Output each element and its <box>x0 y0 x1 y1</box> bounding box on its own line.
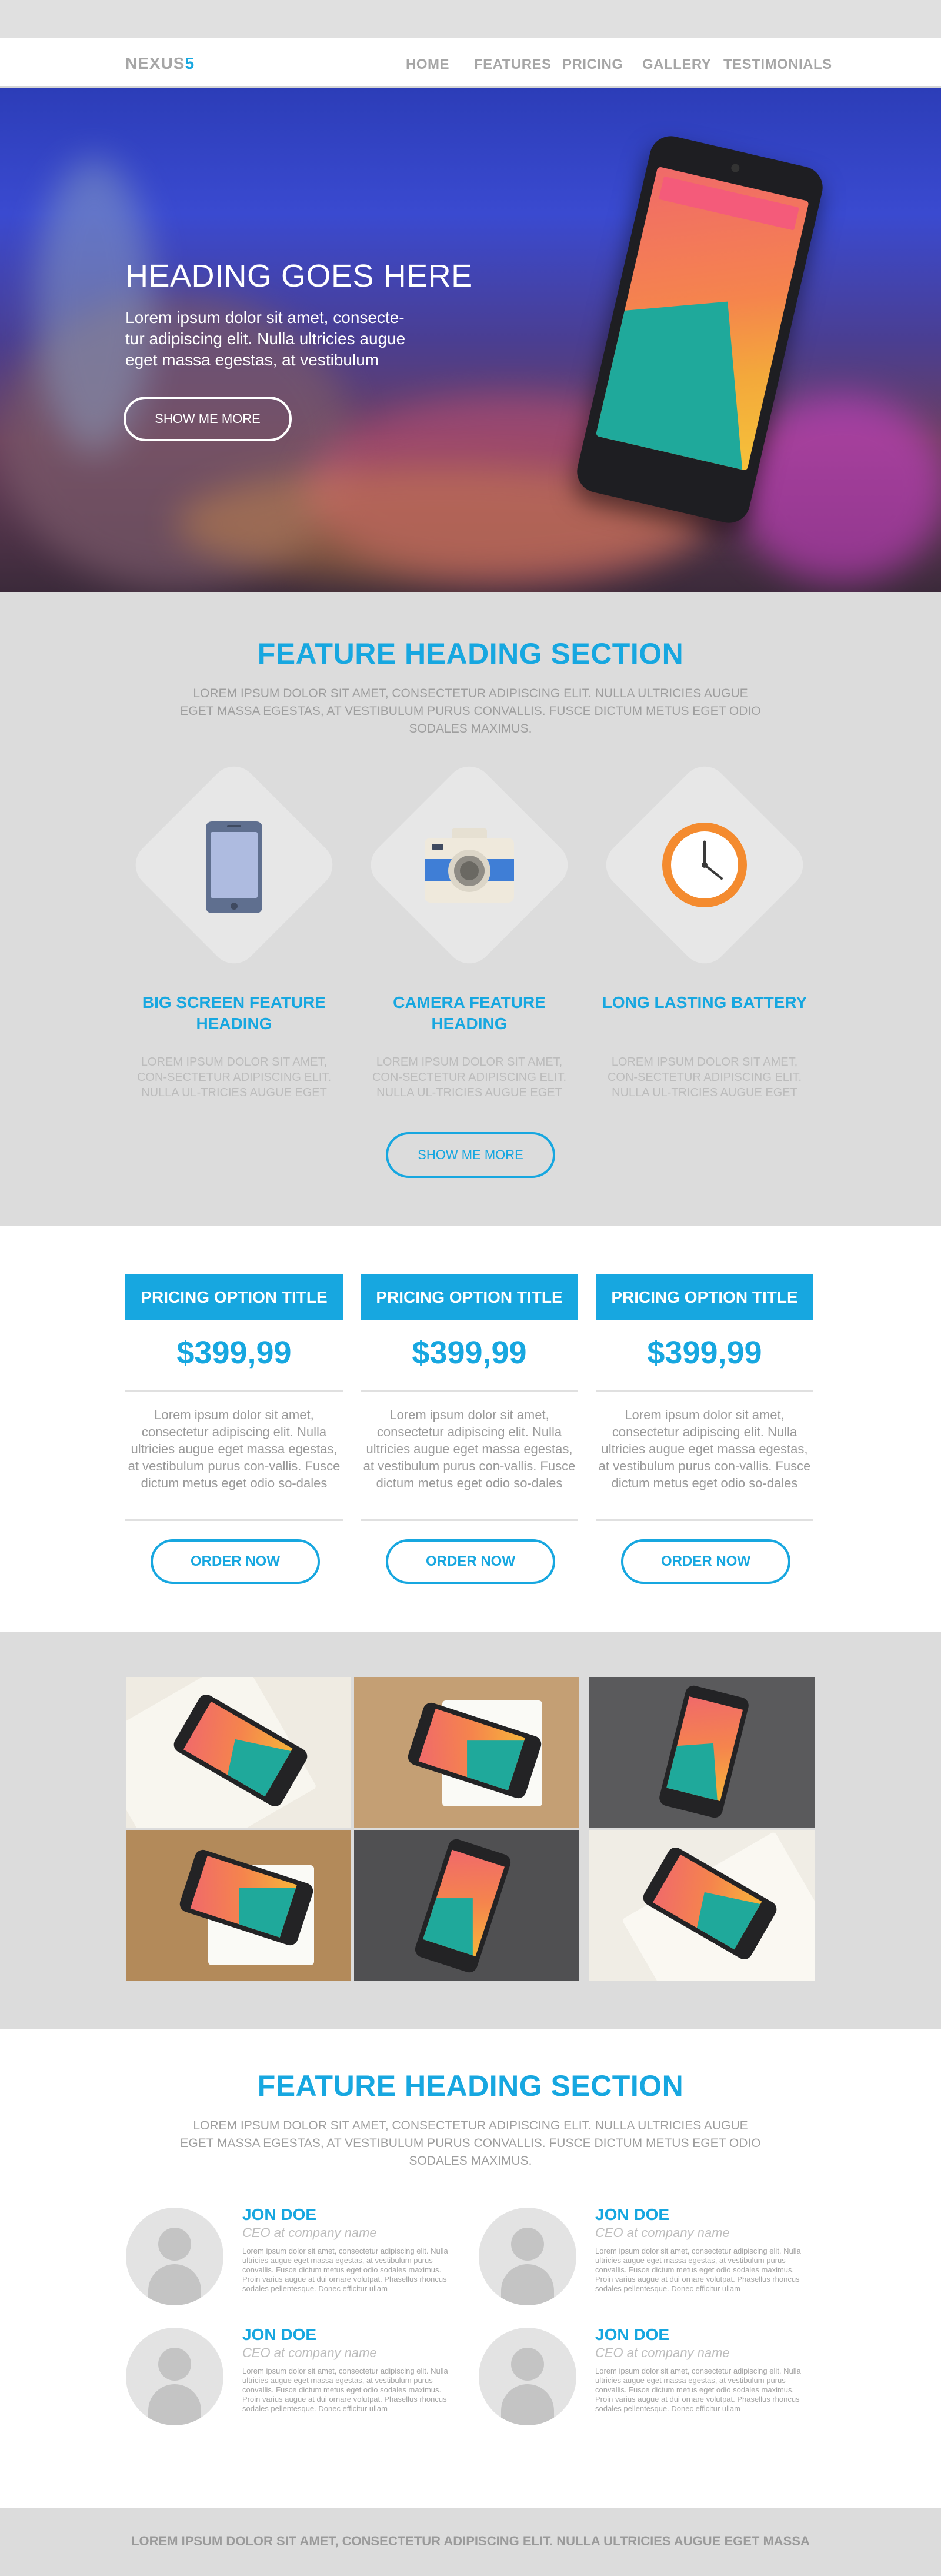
plan-1-divider-top <box>125 1390 343 1392</box>
plan-2-title: PRICING OPTION TITLE <box>361 1274 578 1320</box>
landing-page: NEXUS5 HOME FEATURES PRICING GALLERY TES… <box>0 0 941 2576</box>
feature-title-battery: LONG LASTING BATTERY <box>602 993 807 1011</box>
nav-home[interactable]: HOME <box>406 56 449 73</box>
hero-show-more-button[interactable]: SHOW ME MORE <box>124 397 292 441</box>
plan-1-price: $399,99 <box>176 1335 292 1370</box>
plan-1-order-button[interactable]: ORDER NOW <box>151 1539 320 1584</box>
nav-testimonials[interactable]: TESTIMONIALS <box>723 56 832 73</box>
testimonials-section: FEATURE HEADING SECTION LOREM IPSUM DOLO… <box>0 2029 941 2508</box>
gallery-phone <box>658 1683 750 1820</box>
feature-card-battery <box>595 756 814 974</box>
gallery-image-1[interactable] <box>126 1677 351 1828</box>
testimonial-name: JON DOE <box>242 2205 317 2224</box>
hero-heading: HEADING GOES HERE <box>125 258 473 294</box>
plan-3-divider-bottom <box>596 1519 813 1521</box>
feature-card-camera <box>360 756 579 974</box>
feature-text-big-screen: LOREM IPSUM DOLOR SIT AMET, CON-SECTETUR… <box>136 1056 332 1099</box>
nav-pricing[interactable]: PRICING <box>562 56 623 73</box>
hero-section: HEADING GOES HERE Lorem ipsum dolor sit … <box>0 88 941 592</box>
feature-title-camera: CAMERA FEATURE HEADING <box>393 993 546 1033</box>
hero-text: Lorem ipsum dolor sit amet, consecte-tur… <box>125 308 406 369</box>
plan-2-divider-top <box>361 1390 578 1392</box>
avatar <box>126 2208 223 2305</box>
feature-text-battery: LOREM IPSUM DOLOR SIT AMET, CON-SECTETUR… <box>607 1056 802 1099</box>
footer: LOREM IPSUM DOLOR SIT AMET, CONSECTETUR … <box>0 2508 941 2576</box>
logo[interactable]: NEXUS5 <box>125 54 195 73</box>
gallery-image-6[interactable] <box>589 1830 815 1981</box>
phone-search-bar <box>659 176 799 231</box>
phone-wallpaper-shape <box>595 301 743 471</box>
plan-2-price: $399,99 <box>412 1335 527 1370</box>
gallery-image-4[interactable] <box>126 1830 351 1981</box>
avatar <box>126 2328 223 2425</box>
plan-3-price: $399,99 <box>647 1335 762 1370</box>
plan-3-text: Lorem ipsum dolor sit amet, consectetur … <box>598 1407 811 1490</box>
top-strip <box>0 0 941 38</box>
feature-title-big-screen: BIG SCREEN FEATURE HEADING <box>142 993 326 1033</box>
feature-card-big-screen <box>125 756 343 974</box>
testimonial-name: JON DOE <box>595 2205 670 2224</box>
plan-3-divider-top <box>596 1390 813 1392</box>
plan-1-title: PRICING OPTION TITLE <box>125 1274 343 1320</box>
avatar <box>479 2328 576 2425</box>
testimonial-text: Lorem ipsum dolor sit amet, consectetur … <box>242 2367 448 2413</box>
gallery-image-3[interactable] <box>589 1677 815 1828</box>
plan-2-order-button[interactable]: ORDER NOW <box>386 1539 555 1584</box>
navbar: NEXUS5 HOME FEATURES PRICING GALLERY TES… <box>0 38 941 88</box>
plan-3-title: PRICING OPTION TITLE <box>596 1274 813 1320</box>
gallery-phone <box>413 1837 513 1975</box>
features-heading: FEATURE HEADING SECTION <box>257 637 684 670</box>
testimonial-role: CEO at company name <box>242 2345 377 2360</box>
testimonials-subtext: LOREM IPSUM DOLOR SIT AMET, CONSECTETUR … <box>180 2119 761 2168</box>
testimonial-name: JON DOE <box>595 2325 670 2344</box>
testimonial-role: CEO at company name <box>595 2345 730 2360</box>
smartphone-icon <box>206 821 262 913</box>
feature-text-camera: LOREM IPSUM DOLOR SIT AMET, CON-SECTETUR… <box>372 1056 567 1099</box>
testimonial-name: JON DOE <box>242 2325 317 2344</box>
logo-accent: 5 <box>185 54 195 72</box>
testimonial-role: CEO at company name <box>242 2225 377 2240</box>
testimonial-text: Lorem ipsum dolor sit amet, consectetur … <box>595 2367 801 2413</box>
testimonials-heading: FEATURE HEADING SECTION <box>257 2069 684 2102</box>
features-section: FEATURE HEADING SECTION LOREM IPSUM DOLO… <box>0 592 941 1226</box>
testimonial-text: Lorem ipsum dolor sit amet, consectetur … <box>242 2246 448 2293</box>
pricing-section: PRICING OPTION TITLE $399,99 Lorem ipsum… <box>0 1226 941 1632</box>
gallery-image-5[interactable] <box>354 1830 579 1981</box>
plan-2-divider-bottom <box>361 1519 578 1521</box>
plan-1-divider-bottom <box>125 1519 343 1521</box>
gallery-section <box>0 1632 941 2029</box>
testimonial-role: CEO at company name <box>595 2225 730 2240</box>
nav-gallery[interactable]: GALLERY <box>642 56 711 73</box>
gallery-image-2[interactable] <box>354 1677 579 1828</box>
avatar <box>479 2208 576 2305</box>
plan-3-order-button[interactable]: ORDER NOW <box>621 1539 790 1584</box>
camera-icon <box>425 828 514 903</box>
testimonial-text: Lorem ipsum dolor sit amet, consectetur … <box>595 2246 801 2293</box>
features-show-more-button[interactable]: SHOW ME MORE <box>386 1132 555 1178</box>
nav-features[interactable]: FEATURES <box>474 56 552 73</box>
phone-camera <box>730 163 740 173</box>
logo-text: NEXUS <box>125 54 185 72</box>
plan-1-text: Lorem ipsum dolor sit amet, consectetur … <box>128 1407 341 1490</box>
plan-2-text: Lorem ipsum dolor sit amet, consectetur … <box>363 1407 576 1490</box>
features-subtext: LOREM IPSUM DOLOR SIT AMET, CONSECTETUR … <box>180 687 761 735</box>
footer-text: LOREM IPSUM DOLOR SIT AMET, CONSECTETUR … <box>131 2534 810 2548</box>
clock-icon <box>662 823 747 907</box>
